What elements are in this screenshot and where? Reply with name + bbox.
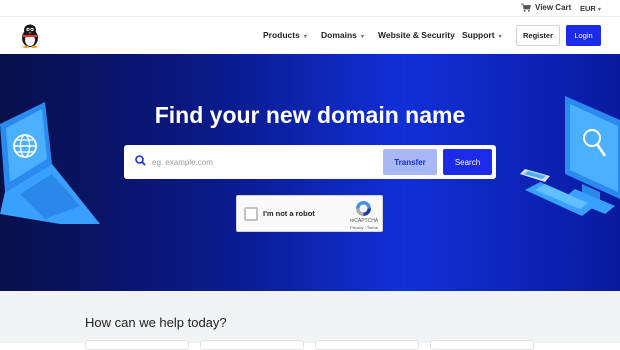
hero-section: Find your new domain name Transfer Searc… [0, 54, 620, 291]
transfer-button[interactable]: Transfer [383, 149, 437, 175]
view-cart-link[interactable]: View Cart [521, 3, 571, 12]
search-icon [135, 155, 146, 166]
nav-support[interactable]: Support ▾ [462, 30, 502, 40]
chevron-down-icon: ▾ [597, 7, 601, 13]
recaptcha-widget: I'm not a robot reCAPTCHA Privacy - Term… [236, 195, 383, 232]
currency-label: EUR [580, 4, 596, 13]
nav-domains-label: Domains [321, 30, 357, 40]
nav-website-security[interactable]: Website & Security [378, 30, 455, 40]
help-card[interactable] [85, 340, 189, 350]
chevron-down-icon: ▾ [303, 34, 307, 40]
help-card[interactable] [430, 340, 534, 350]
main-nav: Products ▾ Domains ▾ Website & Security Su… [0, 17, 620, 54]
penguin-logo[interactable] [20, 24, 40, 48]
help-section: How can we help today? [0, 291, 620, 350]
nav-domains[interactable]: Domains ▾ [321, 30, 364, 40]
nav-website-security-label: Website & Security [378, 30, 455, 40]
cart-icon [521, 3, 531, 12]
currency-selector[interactable]: EUR ▾ [580, 4, 601, 13]
recaptcha-logo-icon [356, 201, 371, 216]
recaptcha-brand: reCAPTCHA [349, 218, 379, 224]
recaptcha-privacy-terms-link[interactable]: Privacy - Terms [347, 225, 381, 230]
chevron-down-icon: ▾ [498, 34, 502, 40]
register-button[interactable]: Register [516, 25, 560, 46]
domain-search-input[interactable] [152, 153, 372, 171]
recaptcha-checkbox[interactable] [244, 207, 258, 221]
recaptcha-label: I'm not a robot [263, 209, 315, 218]
login-button[interactable]: Login [566, 25, 601, 46]
chevron-down-icon: ▾ [360, 34, 364, 40]
nav-products[interactable]: Products ▾ [263, 30, 307, 40]
top-bar: View Cart EUR ▾ [0, 0, 620, 17]
help-section-title: How can we help today? [85, 315, 227, 330]
view-cart-label: View Cart [535, 3, 572, 12]
help-card[interactable] [200, 340, 304, 350]
help-card[interactable] [315, 340, 419, 350]
nav-support-label: Support [462, 30, 495, 40]
search-button[interactable]: Search [443, 149, 492, 175]
hero-title: Find your new domain name [154, 102, 466, 128]
domain-search-bar: Transfer Search [124, 145, 496, 179]
nav-products-label: Products [263, 30, 300, 40]
